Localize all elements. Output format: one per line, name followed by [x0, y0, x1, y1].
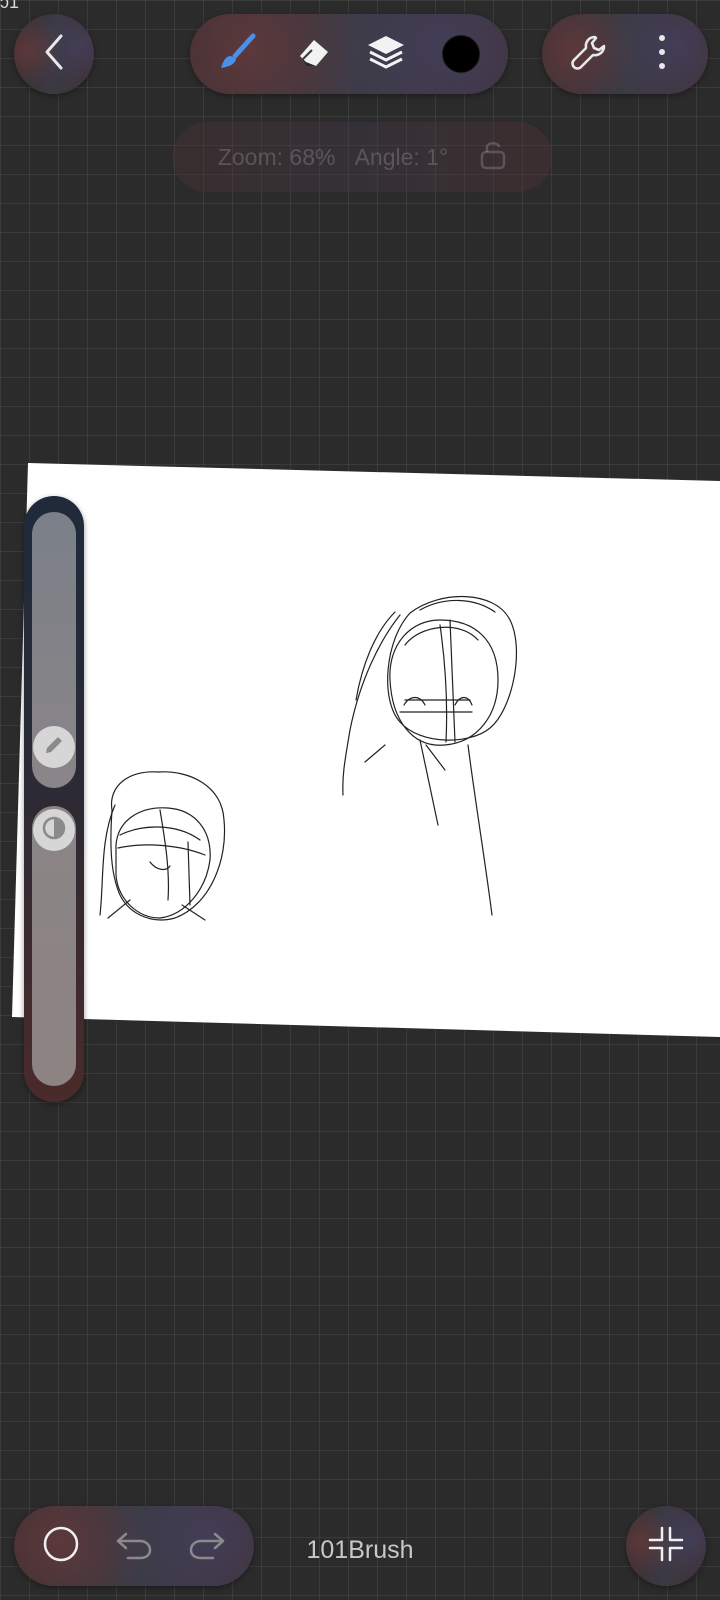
drawing-canvas[interactable]: [0, 0, 720, 1600]
chevron-left-icon: [39, 32, 69, 77]
circle-icon: [41, 1524, 81, 1569]
undo-button[interactable]: [106, 1518, 162, 1574]
zoom-angle-hud: Zoom: 68% Angle: 1°: [172, 122, 552, 192]
lock-open-icon[interactable]: [480, 138, 506, 176]
color-picker-button[interactable]: [433, 26, 489, 82]
sketch-large-head: [342, 596, 517, 916]
color-swatch: [441, 35, 480, 73]
settings-button[interactable]: [561, 26, 617, 82]
brush-size-handle[interactable]: [33, 726, 75, 768]
current-brush-name[interactable]: 101Brush: [260, 1530, 460, 1570]
brush-slider-panel: [24, 496, 84, 1102]
brush-tool-button[interactable]: [209, 26, 265, 82]
bottom-actions-toolbar: [14, 1506, 254, 1586]
redo-button[interactable]: [179, 1518, 235, 1574]
half-circle-icon: [41, 815, 67, 846]
brush-opacity-handle[interactable]: [33, 809, 75, 851]
layers-icon: [365, 32, 407, 77]
angle-readout: Angle: 1°: [354, 143, 449, 170]
redo-icon: [187, 1528, 227, 1565]
settings-toolbar: [542, 14, 708, 94]
sketch-small-head: [99, 771, 226, 921]
back-button[interactable]: [14, 14, 94, 94]
layers-button[interactable]: [358, 26, 414, 82]
undo-icon: [114, 1528, 154, 1565]
brush-icon: [217, 32, 257, 77]
shape-tool-button[interactable]: [33, 1518, 89, 1574]
more-vertical-icon: [657, 32, 667, 77]
tools-toolbar: [190, 14, 508, 94]
collapse-icon: [646, 1524, 686, 1569]
pencil-icon: [42, 733, 66, 762]
more-options-button[interactable]: [634, 26, 690, 82]
eraser-tool-button[interactable]: [284, 26, 340, 82]
fullscreen-toggle-button[interactable]: [626, 1506, 706, 1586]
status-bar-fragment: ͻ1: [0, 0, 20, 12]
zoom-readout: Zoom: 68%: [217, 143, 336, 170]
canvas-paper: [12, 463, 720, 1037]
wrench-icon: [569, 32, 609, 77]
eraser-icon: [292, 32, 332, 77]
